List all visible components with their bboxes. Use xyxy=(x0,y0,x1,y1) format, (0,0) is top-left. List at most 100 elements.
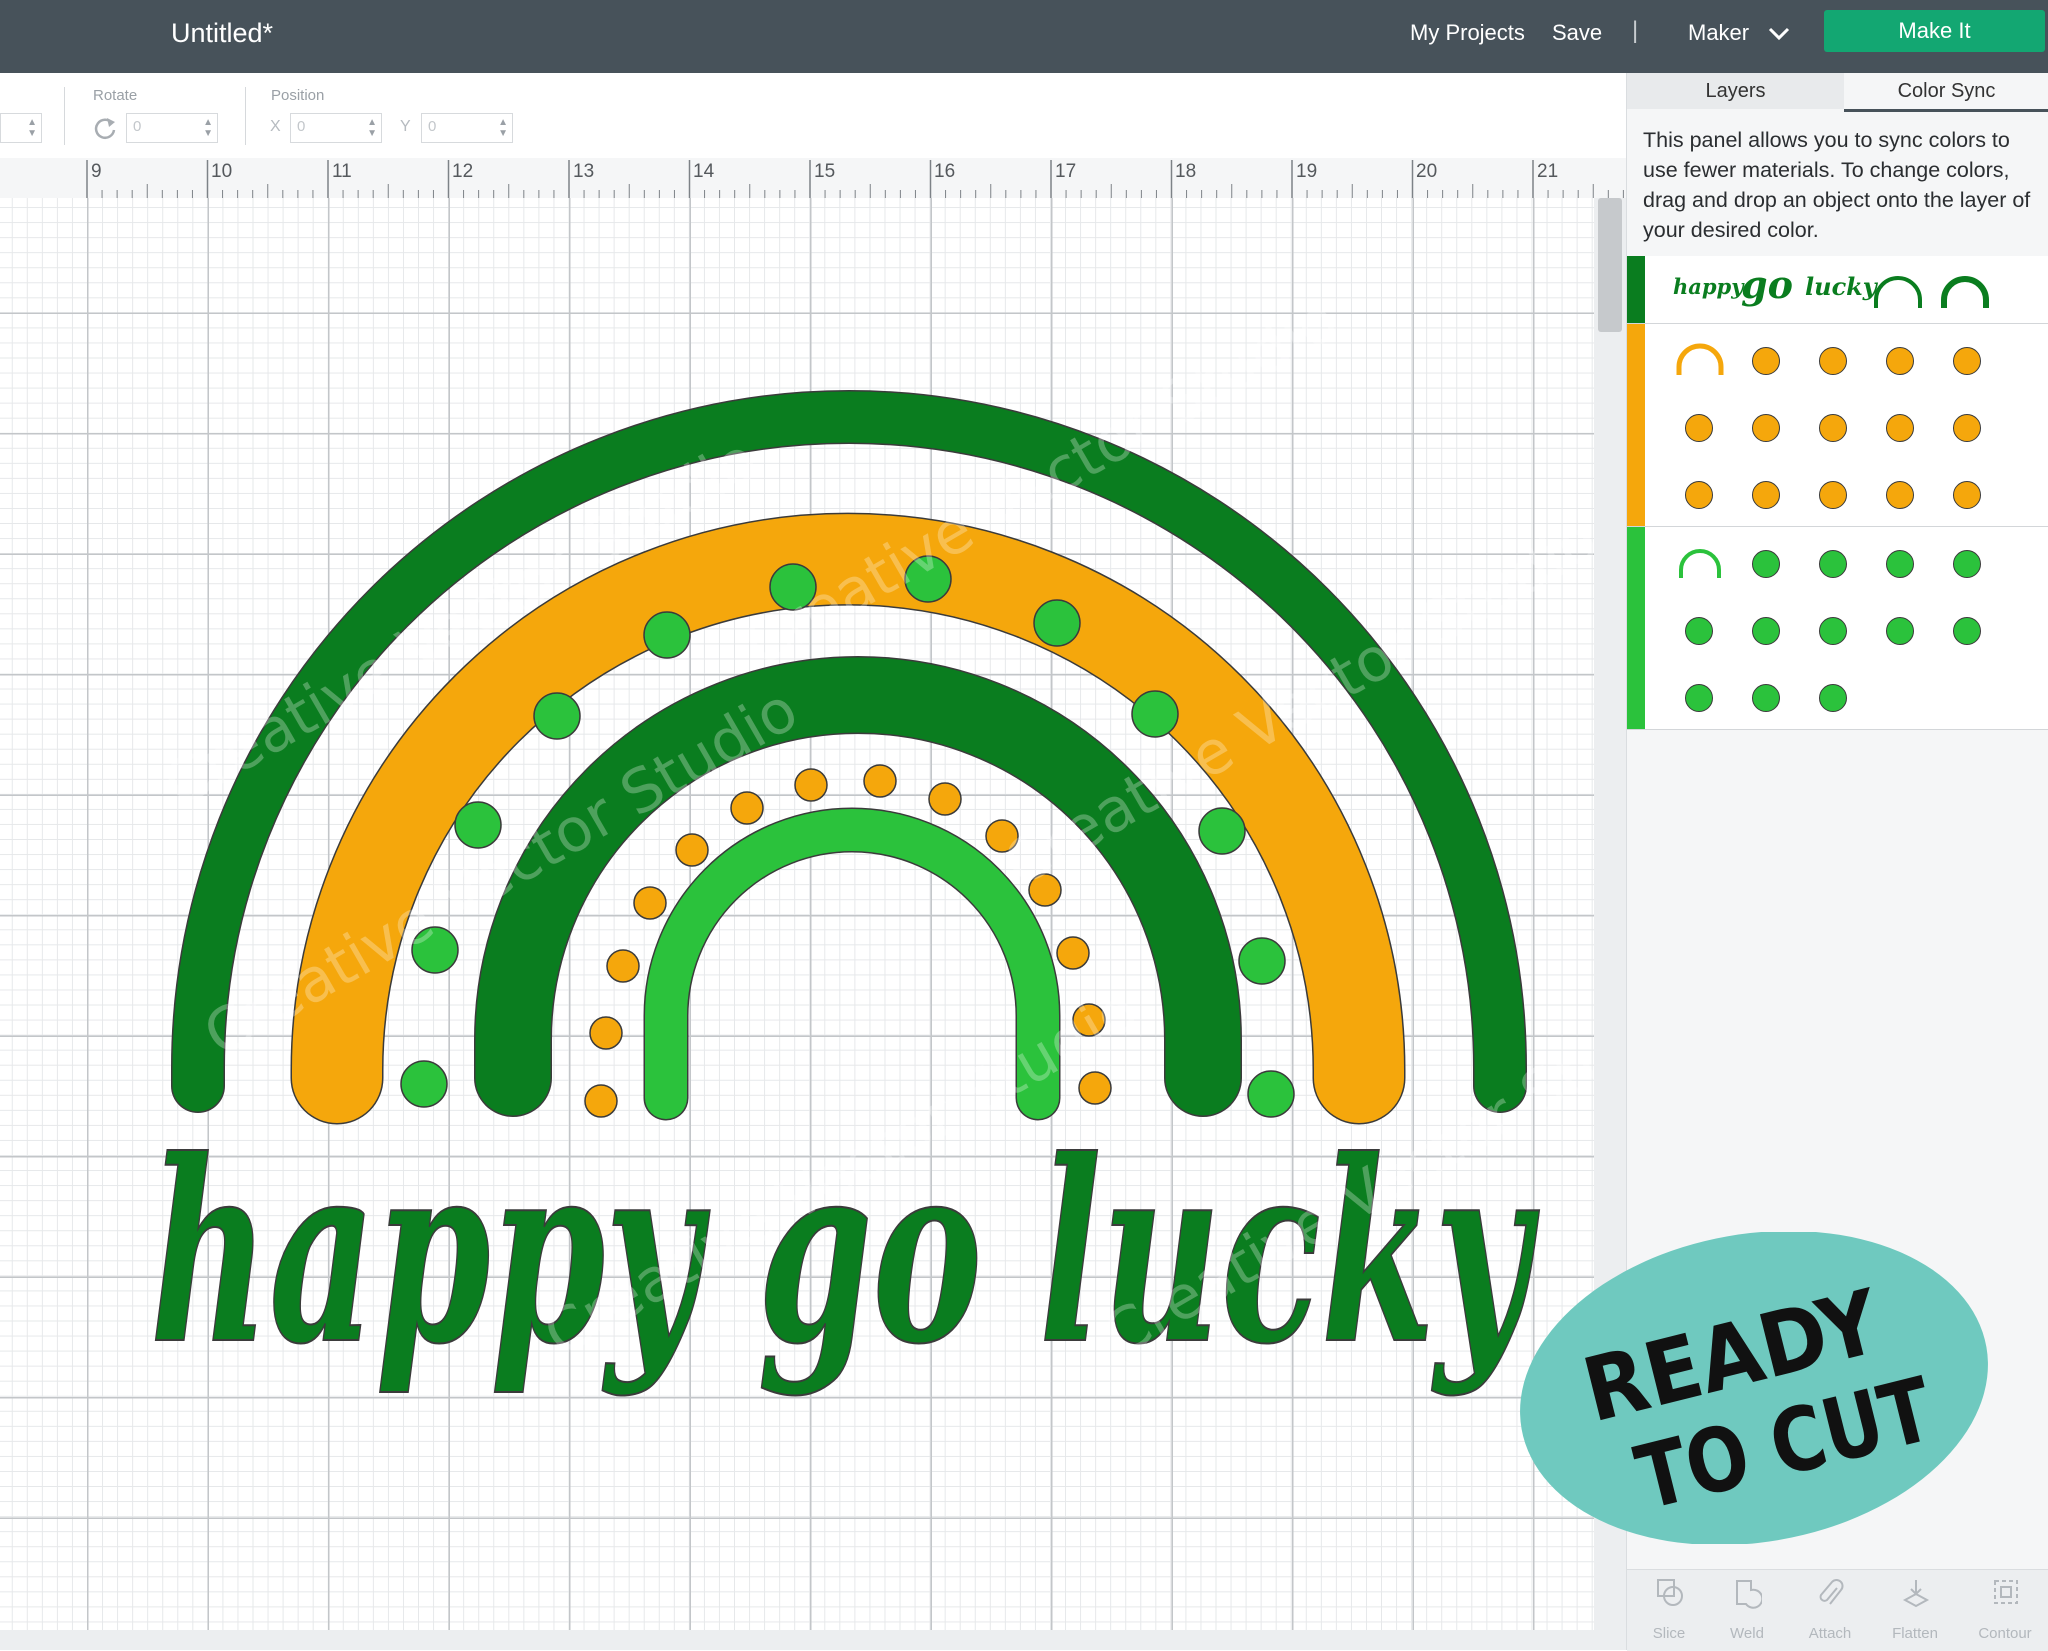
rotate-label: Rotate xyxy=(93,87,138,104)
layer-item-happy[interactable]: happy xyxy=(1673,274,1743,299)
layer-item-orange-dot[interactable] xyxy=(1886,481,1914,509)
orange-dot xyxy=(589,1016,623,1050)
color-swatch-bar xyxy=(1627,527,1645,729)
design-canvas[interactable]: happy go lucky Creative Vector Studio Cr… xyxy=(0,198,1594,1630)
ready-to-cut-badge: READY TO CUT xyxy=(1520,1232,1988,1544)
size-field-partial[interactable]: ▲ ▼ xyxy=(0,113,42,143)
y-label: Y xyxy=(400,118,411,135)
orange-dot xyxy=(1056,936,1090,970)
layer-item-orange-dot[interactable] xyxy=(1819,347,1847,375)
design-artwork[interactable]: happy go lucky Creative Vector Studio Cr… xyxy=(0,198,1594,1630)
layer-item-green-dot[interactable] xyxy=(1752,550,1780,578)
paperclip-icon xyxy=(1819,1579,1844,1605)
layer-item-orange-dot[interactable] xyxy=(1886,347,1914,375)
layer-item-orange-dot[interactable] xyxy=(1752,481,1780,509)
orange-dot xyxy=(730,791,764,825)
bottom-toolbar: Slice Weld Attach Flatten Contour xyxy=(1627,1569,2048,1651)
horizontal-scrollbar[interactable] xyxy=(0,1630,1626,1650)
ruler-label: 9 xyxy=(91,161,102,182)
x-spinner-icon[interactable]: ▲ ▼ xyxy=(367,117,377,139)
tab-layers[interactable]: Layers xyxy=(1627,73,1844,109)
layer-item-green-dot[interactable] xyxy=(1819,617,1847,645)
layer-item-orange-arc[interactable] xyxy=(1673,337,1727,377)
orange-dot xyxy=(675,833,709,867)
layer-item-green-dot[interactable] xyxy=(1752,617,1780,645)
layer-item-orange-dot[interactable] xyxy=(1953,481,1981,509)
layer-item-green-dot[interactable] xyxy=(1752,684,1780,712)
layer-item-green-dot[interactable] xyxy=(1819,550,1847,578)
orange-dot xyxy=(606,949,640,983)
layer-item-middle-arc[interactable] xyxy=(1938,270,1992,310)
green-dot xyxy=(1131,690,1179,738)
project-title: Untitled* xyxy=(171,18,274,48)
layer-item-orange-dot[interactable] xyxy=(1953,347,1981,375)
color-group-orange[interactable] xyxy=(1627,324,2048,527)
color-swatch-bar xyxy=(1627,324,1645,526)
save-link[interactable]: Save xyxy=(1552,20,1602,46)
layer-item-orange-dot[interactable] xyxy=(1953,414,1981,442)
green-dot xyxy=(643,611,691,659)
layer-item-orange-dot[interactable] xyxy=(1819,481,1847,509)
flatten-button[interactable]: Flatten xyxy=(1875,1570,1955,1651)
layer-item-orange-dot[interactable] xyxy=(1819,414,1847,442)
flatten-icon xyxy=(1902,1580,1930,1608)
layer-item-green-dot[interactable] xyxy=(1886,550,1914,578)
layer-item-outer-arc[interactable] xyxy=(1871,270,1925,310)
layer-item-green-dot[interactable] xyxy=(1819,684,1847,712)
ruler-label: 15 xyxy=(814,161,836,182)
panel-tabs: Layers Color Sync xyxy=(1627,73,2048,112)
color-group-light-green[interactable] xyxy=(1627,527,2048,730)
y-spinner-icon[interactable]: ▲ ▼ xyxy=(498,117,508,139)
green-dot xyxy=(400,1060,448,1108)
maker-dropdown[interactable]: Maker xyxy=(1688,20,1749,46)
tab-color-sync[interactable]: Color Sync xyxy=(1844,73,2048,112)
layer-item-go[interactable]: go xyxy=(1741,262,1793,307)
slice-icon xyxy=(1657,1579,1683,1606)
layer-item-green-dot[interactable] xyxy=(1886,617,1914,645)
color-group-dark-green[interactable]: happy go lucky xyxy=(1627,256,2048,324)
layer-item-green-dot[interactable] xyxy=(1685,684,1713,712)
y-position-input[interactable]: 0 ▲ ▼ xyxy=(421,113,513,143)
x-position-input[interactable]: 0 ▲ ▼ xyxy=(290,113,382,143)
layer-item-orange-dot[interactable] xyxy=(1685,481,1713,509)
ruler-label: 11 xyxy=(332,161,352,182)
spinner-icon[interactable]: ▲ ▼ xyxy=(27,117,37,139)
ruler-label: 17 xyxy=(1055,161,1077,182)
layer-item-green-dot[interactable] xyxy=(1953,550,1981,578)
top-bar: Untitled* My Projects Save | Maker Make … xyxy=(0,0,2048,73)
rotate-spinner-icon[interactable]: ▲ ▼ xyxy=(203,117,213,139)
layer-item-orange-dot[interactable] xyxy=(1752,414,1780,442)
orange-dot xyxy=(1078,1071,1112,1105)
chevron-down-icon[interactable] xyxy=(1766,22,1792,44)
my-projects-link[interactable]: My Projects xyxy=(1410,20,1525,46)
rotate-input[interactable]: 0 ▲ ▼ xyxy=(126,113,218,143)
weld-label: Weld xyxy=(1730,1625,1764,1642)
slice-button[interactable]: Slice xyxy=(1629,1570,1709,1651)
rotate-icon xyxy=(94,118,116,139)
weld-button[interactable]: Weld xyxy=(1707,1570,1787,1651)
ruler-label: 16 xyxy=(934,161,956,182)
layer-item-green-dot[interactable] xyxy=(1685,617,1713,645)
scroll-thumb[interactable] xyxy=(1598,198,1622,332)
toolbar-divider xyxy=(64,87,65,145)
layer-item-lucky[interactable]: lucky xyxy=(1805,272,1877,301)
contour-icon xyxy=(1994,1580,2018,1604)
ruler-label: 14 xyxy=(693,161,715,182)
ruler-label: 10 xyxy=(211,161,233,182)
x-label: X xyxy=(270,118,281,135)
green-dot xyxy=(1238,937,1286,985)
contour-button[interactable]: Contour xyxy=(1965,1570,2045,1651)
layer-item-orange-dot[interactable] xyxy=(1685,414,1713,442)
layer-item-inner-arc[interactable] xyxy=(1673,540,1727,580)
layer-item-orange-dot[interactable] xyxy=(1752,347,1780,375)
layer-item-orange-dot[interactable] xyxy=(1886,414,1914,442)
layer-item-green-dot[interactable] xyxy=(1953,617,1981,645)
color-swatch-bar xyxy=(1627,256,1645,323)
flatten-label: Flatten xyxy=(1892,1625,1938,1642)
x-value: 0 xyxy=(297,118,306,135)
weld-icon xyxy=(1736,1580,1762,1609)
orange-dot xyxy=(928,782,962,816)
rotate-value: 0 xyxy=(133,118,142,135)
make-it-button[interactable]: Make It xyxy=(1824,10,2045,52)
attach-button[interactable]: Attach xyxy=(1790,1570,1870,1651)
